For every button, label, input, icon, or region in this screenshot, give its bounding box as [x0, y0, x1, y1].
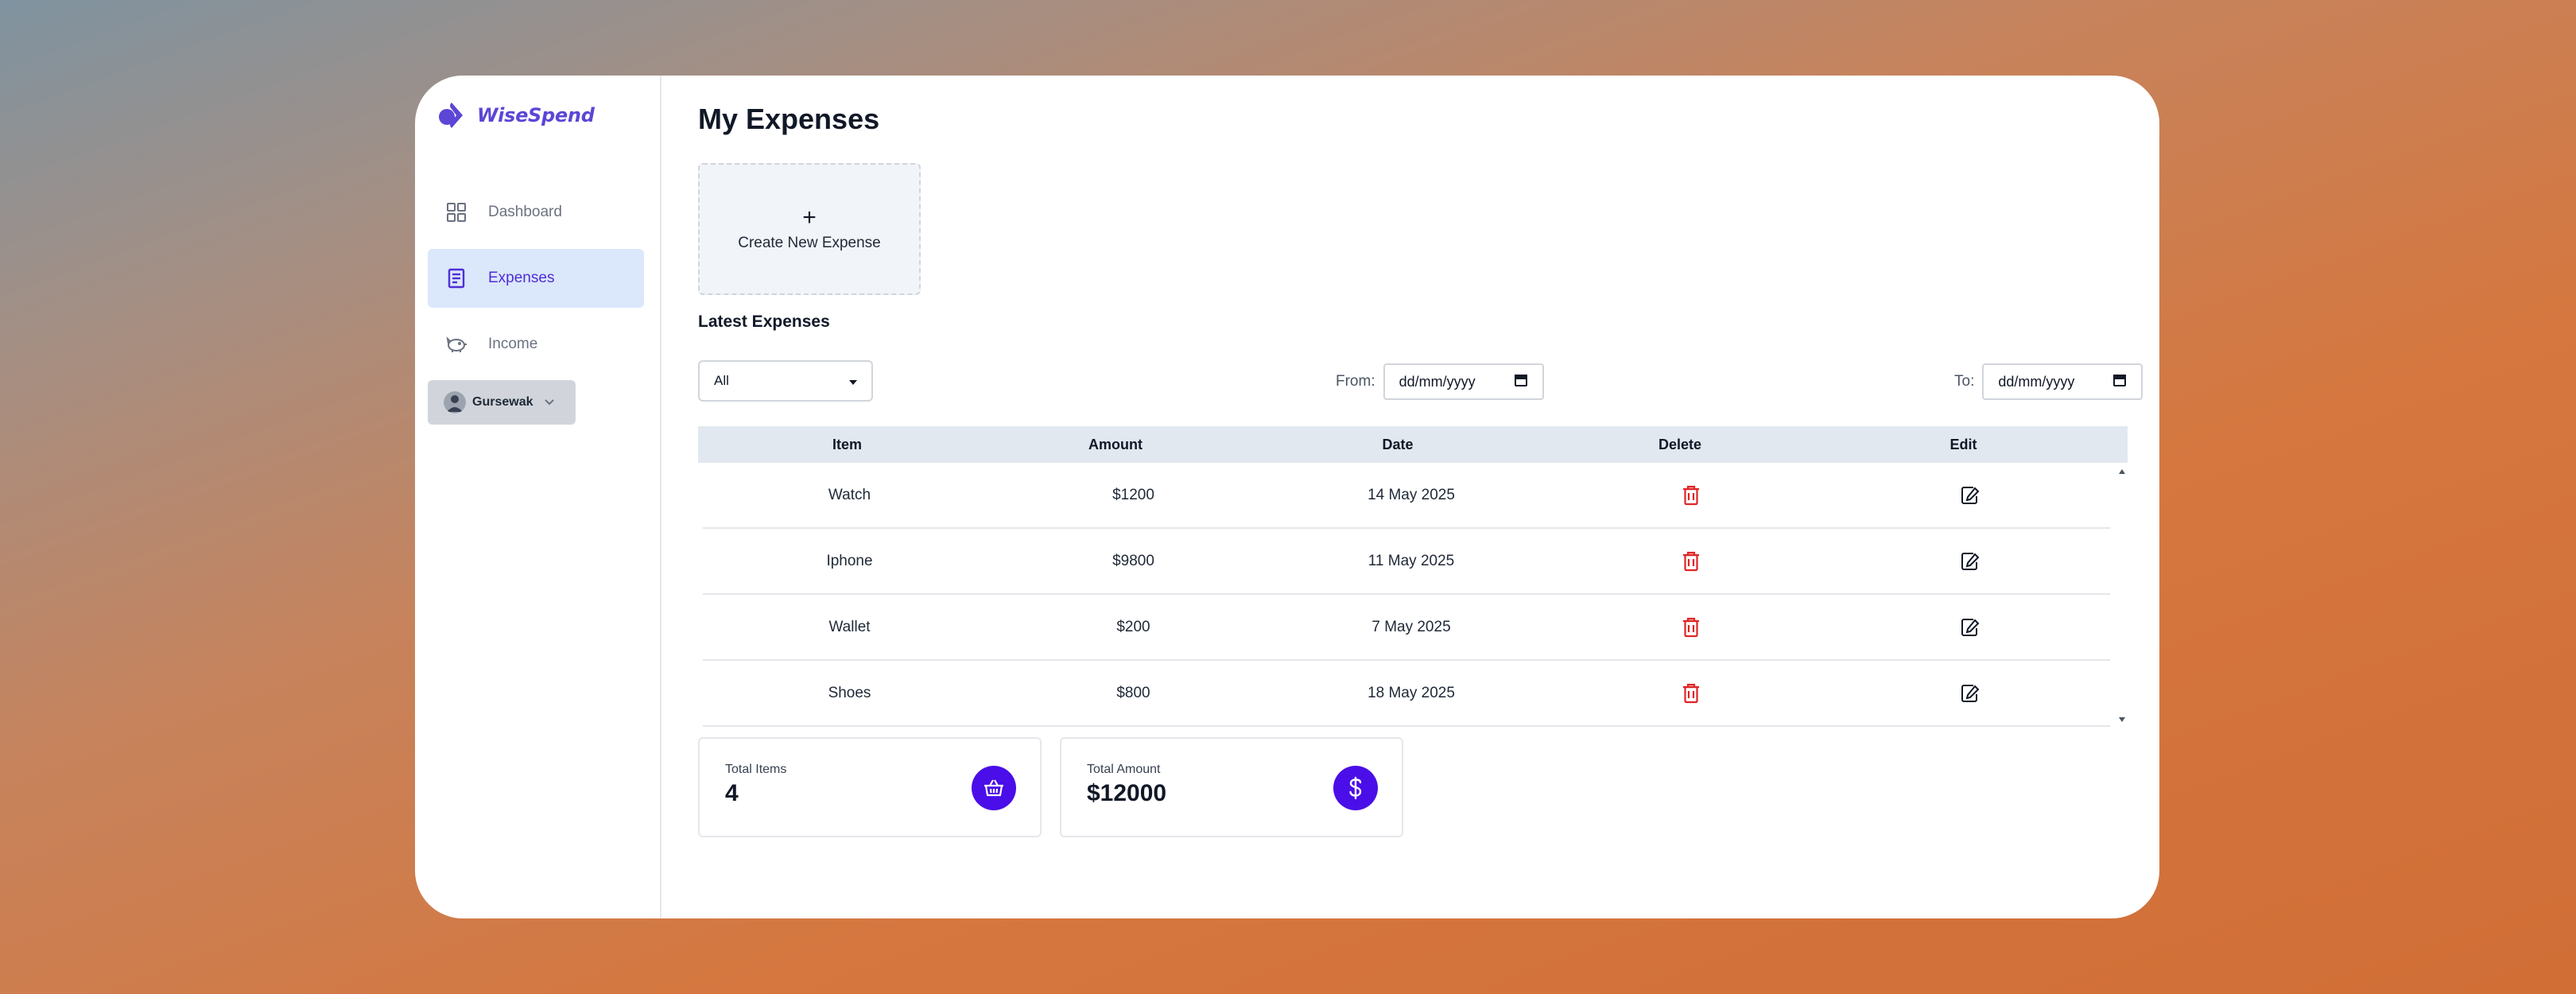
user-menu[interactable]: Gursewak: [428, 380, 576, 425]
sidebar: WiseSpend Dashboard Expenses Income Gurs…: [415, 76, 661, 918]
cell-amount: $9800: [1112, 552, 1154, 569]
section-title: Latest Expenses: [698, 313, 830, 331]
trash-icon[interactable]: [1682, 551, 1700, 572]
edit-icon[interactable]: [1960, 551, 1980, 572]
sidebar-item-income[interactable]: Income: [428, 315, 644, 374]
table-row: Shoes $800 18 May 2025: [703, 661, 2110, 727]
trash-icon[interactable]: [1682, 617, 1700, 638]
column-header-edit: Edit: [1949, 436, 1977, 452]
from-date-group: From: dd/mm/yyyy: [1336, 363, 1544, 400]
cell-amount: $800: [1116, 684, 1150, 701]
cell-edit: [1830, 551, 2110, 572]
cell-item: Shoes: [828, 684, 871, 701]
cell-edit: [1830, 485, 2110, 506]
sidebar-item-label: Dashboard: [488, 204, 562, 220]
cell-item: Wallet: [828, 618, 871, 635]
total-items-card: Total Items 4: [698, 737, 1042, 837]
cell-delete: [1552, 485, 1830, 506]
sidebar-item-expenses[interactable]: Expenses: [428, 249, 644, 308]
cell-delete: [1552, 617, 1830, 638]
scroll-up-arrow-icon[interactable]: [2119, 469, 2125, 474]
table-row: Iphone $9800 11 May 2025: [703, 529, 2110, 595]
document-icon: [445, 267, 467, 289]
plus-icon: +: [802, 204, 817, 231]
edit-icon[interactable]: [1960, 485, 1980, 506]
from-label: From:: [1336, 373, 1375, 390]
total-amount-label: Total Amount: [1087, 763, 1161, 776]
to-label: To:: [1954, 373, 1975, 390]
basket-icon: [972, 766, 1016, 810]
grid-icon: [445, 201, 467, 223]
to-date-input[interactable]: dd/mm/yyyy: [1982, 363, 2143, 400]
cell-item: Iphone: [826, 552, 873, 569]
chevron-down-icon: [544, 398, 555, 406]
sidebar-item-label: Expenses: [488, 270, 555, 286]
cell-date: 18 May 2025: [1368, 684, 1455, 701]
cell-date: 11 May 2025: [1368, 552, 1455, 569]
cell-date: 14 May 2025: [1368, 486, 1455, 503]
logo-icon: [439, 103, 463, 128]
cell-delete: [1552, 683, 1830, 704]
total-items-label: Total Items: [725, 763, 787, 776]
category-filter-select[interactable]: All: [698, 360, 873, 402]
logo[interactable]: WiseSpend: [434, 96, 595, 134]
to-date-group: To: dd/mm/yyyy: [1954, 363, 2143, 400]
main-content: My Expenses + Create New Expense Latest …: [661, 76, 2159, 918]
cell-amount: $1200: [1112, 486, 1154, 503]
cell-edit: [1830, 683, 2110, 704]
table-row: Wallet $200 7 May 2025: [703, 595, 2110, 661]
column-header-item: Item: [832, 436, 862, 452]
expenses-table: Item Amount Date Delete Edit Watch $1200…: [698, 426, 2128, 727]
edit-icon[interactable]: [1960, 617, 1980, 638]
from-date-placeholder: dd/mm/yyyy: [1399, 373, 1476, 390]
brand-name: WiseSpend: [477, 104, 595, 126]
trash-icon[interactable]: [1682, 683, 1700, 704]
cell-delete: [1552, 551, 1830, 572]
calendar-icon[interactable]: [1514, 373, 1528, 391]
app-window: WiseSpend Dashboard Expenses Income Gurs…: [415, 76, 2159, 918]
table-header: Item Amount Date Delete Edit: [698, 426, 2128, 463]
dollar-icon: [1333, 766, 1378, 810]
column-header-delete: Delete: [1658, 436, 1702, 452]
total-amount-card: Total Amount $12000: [1060, 737, 1403, 837]
table-body: Watch $1200 14 May 2025 Iphone $9800 11 …: [703, 463, 2110, 727]
cell-date: 7 May 2025: [1371, 618, 1451, 635]
edit-icon[interactable]: [1960, 683, 1980, 704]
page-title: My Expenses: [698, 103, 880, 135]
caret-down-icon: [849, 373, 857, 389]
cell-edit: [1830, 617, 2110, 638]
piggy-bank-icon: [445, 333, 467, 355]
user-name: Gursewak: [472, 395, 533, 409]
trash-icon[interactable]: [1682, 485, 1700, 506]
sidebar-nav: Dashboard Expenses Income: [428, 183, 644, 381]
column-header-date: Date: [1382, 436, 1414, 452]
column-header-amount: Amount: [1088, 436, 1143, 452]
to-date-placeholder: dd/mm/yyyy: [1998, 373, 2075, 390]
filter-selected-value: All: [714, 373, 729, 388]
avatar: [444, 391, 466, 414]
cell-item: Watch: [828, 486, 871, 503]
cell-amount: $200: [1116, 618, 1150, 635]
sidebar-item-label: Income: [488, 336, 538, 352]
table-row: Watch $1200 14 May 2025: [703, 463, 2110, 529]
sidebar-item-dashboard[interactable]: Dashboard: [428, 183, 644, 242]
from-date-input[interactable]: dd/mm/yyyy: [1383, 363, 1544, 400]
create-expense-label: Create New Expense: [738, 235, 881, 251]
table-scrollbar[interactable]: [2116, 463, 2128, 722]
scroll-down-arrow-icon[interactable]: [2119, 717, 2125, 722]
create-expense-button[interactable]: + Create New Expense: [698, 163, 921, 295]
calendar-icon[interactable]: [2112, 373, 2127, 391]
